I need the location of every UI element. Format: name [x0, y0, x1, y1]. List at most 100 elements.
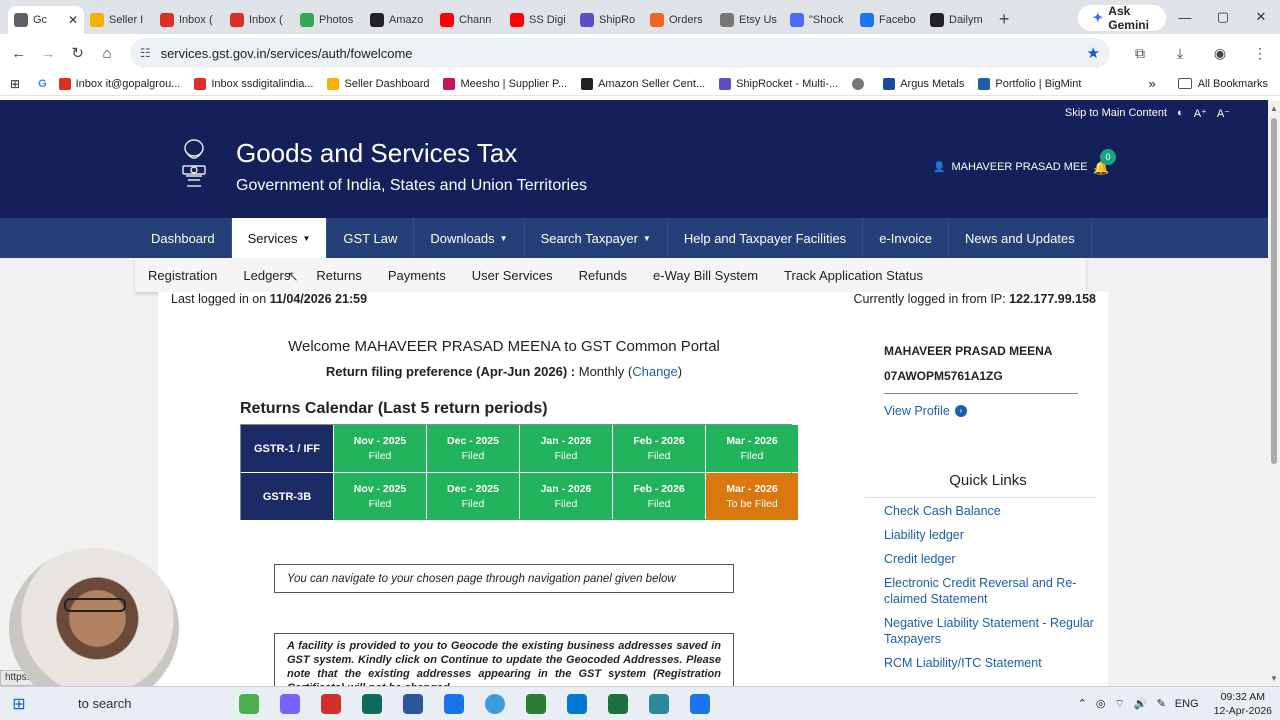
windows-start-icon[interactable]: ⊞: [0, 687, 38, 720]
browser-tab[interactable]: Amazo: [364, 6, 434, 34]
submenu-item-e-way-bill-system[interactable]: e-Way Bill System: [640, 268, 771, 283]
font-decrease-button[interactable]: A⁻: [1217, 107, 1230, 120]
submenu-item-user-services[interactable]: User Services: [459, 268, 566, 283]
change-preference-link[interactable]: Change: [632, 364, 678, 379]
browser-tab[interactable]: Etsy Us: [714, 6, 784, 34]
browser-tab[interactable]: Inbox (: [154, 6, 224, 34]
taskbar-clock[interactable]: 09:32 AM 12-Apr-2026: [1214, 690, 1272, 718]
calendar-period-cell[interactable]: Feb - 2026 Filed: [613, 425, 705, 472]
calendar-period-cell[interactable]: Mar - 2026 Filed: [706, 425, 798, 472]
taskbar-app-icon[interactable]: [638, 687, 679, 720]
taskbar-app-icon[interactable]: [515, 687, 556, 720]
omnibox[interactable]: ☷ services.gst.gov.in/services/auth/fowe…: [129, 38, 1110, 68]
taskbar-app-icon[interactable]: [679, 687, 720, 720]
close-window-icon[interactable]: ✕: [1242, 9, 1280, 25]
calendar-period-cell[interactable]: Dec - 2025 Filed: [427, 425, 519, 472]
scroll-up-icon[interactable]: ▲: [1270, 104, 1278, 113]
minimize-icon[interactable]: —: [1166, 10, 1204, 25]
bookmark-item[interactable]: Meesho | Supplier P...: [443, 77, 567, 90]
calendar-period-cell[interactable]: Mar - 2026 To be Filed: [706, 473, 798, 520]
nav-item-downloads[interactable]: Downloads ▼: [414, 218, 525, 258]
nav-item-dashboard[interactable]: Dashboard: [135, 218, 232, 258]
all-bookmarks-button[interactable]: All Bookmarks: [1177, 78, 1268, 90]
taskbar-search[interactable]: to search: [78, 696, 228, 711]
scroll-down-icon[interactable]: ▼: [1270, 674, 1278, 683]
bookmark-item[interactable]: Argus Metals: [883, 77, 964, 90]
more-bookmarks-icon[interactable]: »: [1148, 76, 1155, 91]
view-profile-link[interactable]: View Profile ›: [884, 404, 967, 418]
browser-tab[interactable]: Facebo: [854, 6, 924, 34]
profile-avatar-icon[interactable]: ◉: [1200, 45, 1240, 62]
tray-app-icon[interactable]: ◎: [1096, 697, 1106, 710]
language-indicator[interactable]: ENG: [1175, 698, 1199, 710]
bookmark-item[interactable]: Portfolio | BigMint: [978, 77, 1081, 90]
calendar-period-cell[interactable]: Feb - 2026 Filed: [613, 473, 705, 520]
bookmark-item[interactable]: Inbox it@gopalgrou...: [58, 77, 180, 90]
menu-icon[interactable]: ⋮: [1240, 45, 1280, 62]
submenu-item-returns[interactable]: Returns: [303, 268, 375, 283]
nav-item-gst-law[interactable]: GST Law: [327, 218, 415, 258]
quick-link[interactable]: Negative Liability Statement - Regular T…: [884, 615, 1094, 647]
bookmark-star-icon[interactable]: ★: [1087, 44, 1100, 62]
extensions-icon[interactable]: ⧉: [1120, 45, 1160, 62]
taskbar-app-icon[interactable]: [556, 687, 597, 720]
back-icon[interactable]: ←: [4, 45, 33, 62]
contrast-icon[interactable]: ◐: [1177, 107, 1184, 120]
speaker-icon[interactable]: 🔊: [1134, 697, 1148, 710]
browser-tab[interactable]: Chann: [434, 6, 504, 34]
ask-gemini-button[interactable]: ✦ Ask Gemini: [1078, 4, 1166, 32]
taskbar-app-icon[interactable]: [597, 687, 638, 720]
browser-tab[interactable]: Seller I: [84, 6, 154, 34]
calendar-period-cell[interactable]: Jan - 2026 Filed: [520, 473, 612, 520]
browser-tab[interactable]: ShipRo: [574, 6, 644, 34]
nav-item-e-invoice[interactable]: e-Invoice: [863, 218, 949, 258]
submenu-item-refunds[interactable]: Refunds: [566, 268, 640, 283]
submenu-item-track-application-status[interactable]: Track Application Status: [771, 268, 936, 283]
browser-tab[interactable]: Photos: [294, 6, 364, 34]
forward-icon[interactable]: →: [33, 45, 62, 62]
maximize-icon[interactable]: ▢: [1204, 9, 1242, 25]
submenu-item-payments[interactable]: Payments: [375, 268, 459, 283]
home-icon[interactable]: ⌂: [92, 45, 121, 62]
calendar-period-cell[interactable]: Dec - 2025 Filed: [427, 473, 519, 520]
taskbar-app-icon[interactable]: [433, 687, 474, 720]
browser-tab[interactable]: SS Digi: [504, 6, 574, 34]
url-text[interactable]: services.gst.gov.in/services/auth/fowelc…: [161, 46, 413, 61]
nav-item-search-taxpayer[interactable]: Search Taxpayer ▼: [525, 218, 668, 258]
browser-tab[interactable]: "Shock: [784, 6, 854, 34]
nav-item-services[interactable]: Services ▼: [231, 218, 328, 258]
tab-close-icon[interactable]: ✕: [68, 13, 78, 27]
google-icon[interactable]: G: [38, 78, 47, 90]
quick-link[interactable]: Electronic Credit Reversal and Re-claime…: [884, 575, 1094, 607]
site-info-icon[interactable]: ☷: [140, 46, 151, 60]
calendar-period-cell[interactable]: Jan - 2026 Filed: [520, 425, 612, 472]
submenu-item-registration[interactable]: Registration: [135, 268, 230, 283]
pen-icon[interactable]: ✎: [1157, 697, 1166, 710]
scrollbar-thumb[interactable]: [1271, 118, 1277, 464]
taskbar-app-icon[interactable]: [351, 687, 392, 720]
browser-tab[interactable]: Gc ✕: [8, 6, 84, 34]
quick-link[interactable]: Credit ledger: [884, 551, 1094, 567]
bookmark-item[interactable]: Inbox ssdigitalindia...: [194, 77, 313, 90]
page-scrollbar[interactable]: ▲ ▼: [1268, 100, 1280, 686]
browser-tab[interactable]: Orders: [644, 6, 714, 34]
tray-chevron-up-icon[interactable]: ⌃: [1078, 697, 1087, 710]
reload-icon[interactable]: ↻: [63, 44, 92, 62]
font-increase-button[interactable]: A⁺: [1194, 107, 1207, 120]
taskbar-app-icon[interactable]: [269, 687, 310, 720]
calendar-period-cell[interactable]: Nov - 2025 Filed: [334, 473, 426, 520]
taskbar-app-icon[interactable]: [474, 687, 515, 720]
bookmark-item[interactable]: ShipRocket - Multi-...: [719, 77, 838, 90]
user-menu-dropdown[interactable]: 👤 MAHAVEER PRASAD MEE ⌄: [933, 161, 1099, 173]
nav-item-news-and-updates[interactable]: News and Updates: [949, 218, 1092, 258]
wifi-icon[interactable]: ⌔: [1115, 697, 1125, 711]
browser-tab[interactable]: Dailym: [924, 6, 994, 34]
taskbar-app-icon[interactable]: [392, 687, 433, 720]
apps-grid-icon[interactable]: ⊞: [10, 77, 20, 91]
quick-link[interactable]: Liability ledger: [884, 527, 1094, 543]
download-icon[interactable]: ⤓: [1160, 45, 1200, 62]
taskbar-app-icon[interactable]: [228, 687, 269, 720]
bookmark-item[interactable]: Seller Dashboard: [327, 77, 429, 90]
quick-link[interactable]: RCM Liability/ITC Statement: [884, 655, 1094, 671]
skip-to-content-link[interactable]: Skip to Main Content: [1065, 107, 1167, 120]
